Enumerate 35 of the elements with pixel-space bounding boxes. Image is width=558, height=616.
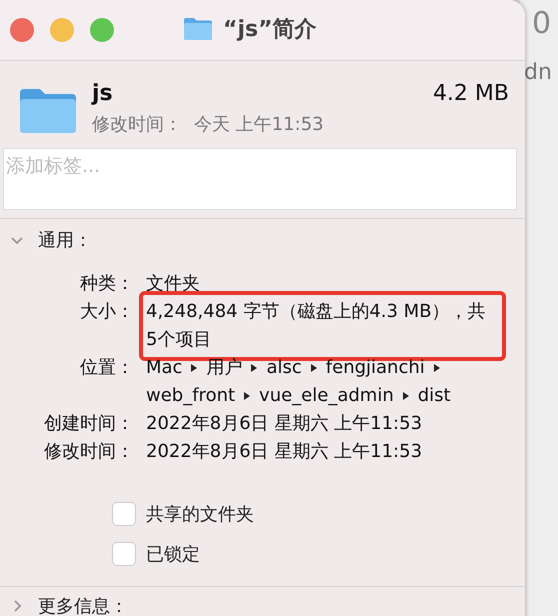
checkbox-label: 已锁定 (146, 543, 200, 566)
path-segment[interactable]: web_front (146, 382, 236, 410)
path-arrow-icon (243, 391, 252, 401)
field-label: 大小： (79, 300, 134, 324)
checkbox-label: 共享的文件夹 (146, 503, 254, 526)
field-label: 创建时间： (43, 412, 134, 436)
checkbox[interactable] (112, 542, 136, 566)
path-arrow-icon (402, 391, 410, 401)
window-title: “js”简介 (223, 16, 317, 44)
checkbox[interactable] (112, 502, 136, 526)
field-label: 修改时间： (43, 440, 134, 464)
modified-value: 今天 上午11:53 (194, 113, 324, 136)
close-button[interactable] (10, 18, 34, 42)
path-arrow-icon (310, 363, 318, 373)
field-label: 种类： (79, 272, 134, 296)
folder-icon (18, 87, 78, 135)
field-value: 2022年8月6日 星期六 上午11:53 (146, 412, 424, 436)
section-title: 通用： (38, 229, 92, 252)
section-title: 更多信息： (38, 595, 128, 616)
field-label: 位置： (79, 356, 134, 380)
path-arrow-icon (190, 363, 198, 373)
tags-field[interactable]: 添加标签... (3, 148, 517, 210)
folder-icon (183, 17, 213, 41)
background-text: dn (524, 60, 552, 85)
background-text: 0 (532, 6, 552, 41)
modified-label: 修改时间： (92, 113, 182, 136)
minimize-button[interactable] (50, 18, 74, 42)
path-arrow-icon (250, 363, 258, 373)
path-arrow-icon (432, 363, 441, 373)
file-size: 4.2 MB (432, 81, 509, 106)
path-segment[interactable]: dist (418, 382, 451, 410)
path-segment[interactable]: vue_ele_admin (259, 382, 394, 410)
zoom-button[interactable] (90, 18, 114, 42)
field-value: 2022年8月6日 星期六 上午11:53 (146, 440, 424, 464)
file-name: js (92, 81, 113, 106)
